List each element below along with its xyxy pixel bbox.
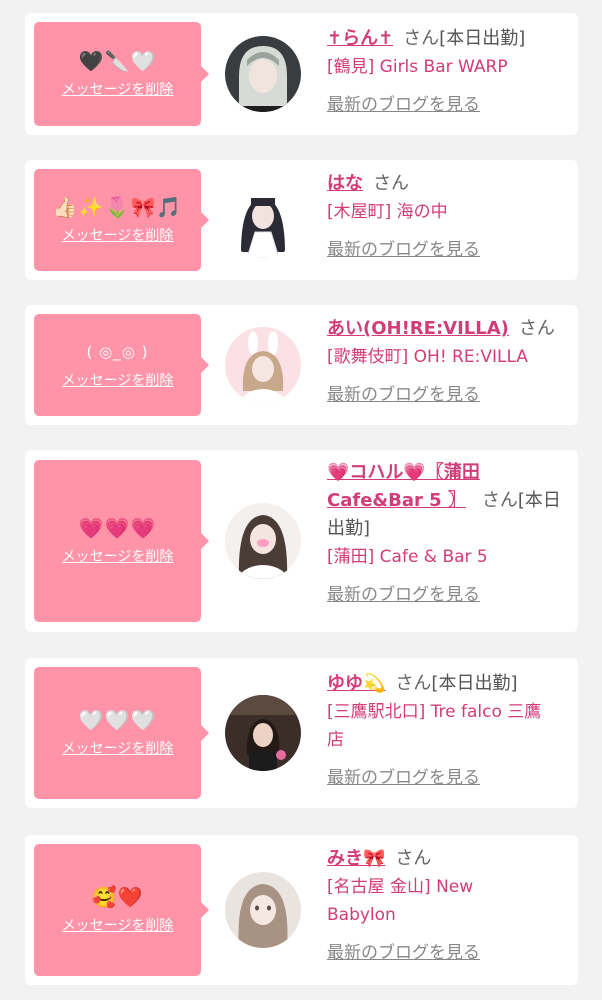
avatar[interactable] xyxy=(225,182,301,258)
message-text: 🥰❤️ xyxy=(91,885,144,909)
message-text: ( ◎_◎ ) xyxy=(86,343,149,361)
delete-message-link[interactable]: メッセージを削除 xyxy=(62,225,174,245)
latest-blog-link[interactable]: 最新のブログを見る xyxy=(327,583,480,607)
latest-blog-link[interactable]: 最新のブログを見る xyxy=(327,238,480,262)
girl-info: みき🎀 さん [名古屋 金山] New Babylon 最新のブログを見る xyxy=(327,845,572,965)
girl-info: あい(OH!RE:VILLA) さん [歌舞伎町] OH! RE:VILLA 最新… xyxy=(327,315,572,407)
girl-name-link[interactable]: あい(OH!RE:VILLA) xyxy=(327,318,509,339)
message-text: 🖤🔪🤍 xyxy=(78,49,157,73)
avatar[interactable] xyxy=(225,327,301,403)
message-text: 💗💗💗 xyxy=(78,516,157,540)
latest-blog-link[interactable]: 最新のブログを見る xyxy=(327,383,480,407)
honorific: さん xyxy=(395,848,432,869)
attendance-status-continued: 出勤] xyxy=(327,518,371,539)
follow-card: 👍🏻✨🌷🎀🎵 メッセージを削除 はな さん [木屋町] 海の中 最新のブログを見る xyxy=(25,160,578,280)
avatar[interactable] xyxy=(225,503,301,579)
message-bubble: 💗💗💗 メッセージを削除 xyxy=(34,460,209,622)
honorific: さん xyxy=(403,28,440,49)
latest-blog-link[interactable]: 最新のブログを見る xyxy=(327,766,480,790)
follow-card: 🖤🔪🤍 メッセージを削除 ✝らん✝ さん[本日出勤] [鶴見] Girls Bar… xyxy=(25,13,578,135)
shop-name: [木屋町] 海の中 xyxy=(327,202,448,222)
follow-card: ( ◎_◎ ) メッセージを削除 あい(OH!RE:VILLA) さん [歌舞伎町… xyxy=(25,305,578,425)
avatar[interactable] xyxy=(225,695,301,771)
follow-card: 🤍🤍🤍 メッセージを削除 ゆゆ💫 さん[本日出勤] [三鷹駅北口] Tre fal… xyxy=(25,658,578,808)
honorific: さん xyxy=(373,173,409,194)
delete-message-link[interactable]: メッセージを削除 xyxy=(62,79,174,99)
latest-blog-link[interactable]: 最新のブログを見る xyxy=(327,941,480,965)
follow-card: 🥰❤️ メッセージを削除 みき🎀 さん [名古屋 金山] New Babylon … xyxy=(25,835,578,985)
shop-name-continued: Babylon xyxy=(327,905,396,925)
girl-info: ゆゆ💫 さん[本日出勤] [三鷹駅北口] Tre falco 三鷹 店 最新のブロ… xyxy=(327,670,572,790)
shop-name: [名古屋 金山] New xyxy=(327,877,474,897)
message-bubble: 👍🏻✨🌷🎀🎵 メッセージを削除 xyxy=(34,169,209,271)
girl-info: ✝らん✝ さん[本日出勤] [鶴見] Girls Bar WARP 最新のブログを… xyxy=(327,25,572,117)
delete-message-link[interactable]: メッセージを削除 xyxy=(62,915,174,935)
latest-blog-link[interactable]: 最新のブログを見る xyxy=(327,93,480,117)
attendance-status: [本日出勤] xyxy=(431,673,518,694)
girl-info: はな さん [木屋町] 海の中 最新のブログを見る xyxy=(327,170,572,262)
avatar[interactable] xyxy=(225,36,301,112)
delete-message-link[interactable]: メッセージを削除 xyxy=(62,738,174,758)
message-text: 🤍🤍🤍 xyxy=(78,708,157,732)
message-bubble: 🖤🔪🤍 メッセージを削除 xyxy=(34,22,209,126)
message-bubble: 🤍🤍🤍 メッセージを削除 xyxy=(34,667,209,799)
shop-name: [蒲田] Cafe & Bar 5 xyxy=(327,547,488,567)
follow-card: 💗💗💗 メッセージを削除 💗コハル💗〖蒲田 Cafe&Bar 5 〗さん[本日 … xyxy=(25,450,578,632)
girl-info: 💗コハル💗〖蒲田 Cafe&Bar 5 〗さん[本日 出勤] [蒲田] Cafe… xyxy=(327,459,572,607)
honorific: さん xyxy=(481,490,518,511)
delete-message-link[interactable]: メッセージを削除 xyxy=(62,370,174,390)
girl-name-link[interactable]: はな xyxy=(327,173,363,194)
shop-name: [三鷹駅北口] Tre falco 三鷹 xyxy=(327,702,542,722)
shop-name: [歌舞伎町] OH! RE:VILLA xyxy=(327,347,528,367)
honorific: さん xyxy=(395,673,432,694)
message-text: 👍🏻✨🌷🎀🎵 xyxy=(52,195,183,219)
shop-name: [鶴見] Girls Bar WARP xyxy=(327,57,508,77)
message-bubble: 🥰❤️ メッセージを削除 xyxy=(34,844,209,976)
honorific: さん xyxy=(518,318,555,339)
girl-name-link-continued[interactable]: Cafe&Bar 5 〗 xyxy=(327,490,466,511)
girl-name-link[interactable]: ゆゆ💫 xyxy=(327,673,385,694)
message-bubble: ( ◎_◎ ) メッセージを削除 xyxy=(34,314,209,416)
delete-message-link[interactable]: メッセージを削除 xyxy=(62,546,174,566)
girl-name-link[interactable]: みき🎀 xyxy=(327,848,385,869)
girl-name-link[interactable]: ✝らん✝ xyxy=(327,28,393,49)
girl-name-link[interactable]: 💗コハル💗〖蒲田 xyxy=(327,462,480,483)
attendance-status: [本日 xyxy=(517,490,561,511)
attendance-status: [本日出勤] xyxy=(439,28,526,49)
shop-name-continued: 店 xyxy=(327,730,344,750)
avatar[interactable] xyxy=(225,872,301,948)
